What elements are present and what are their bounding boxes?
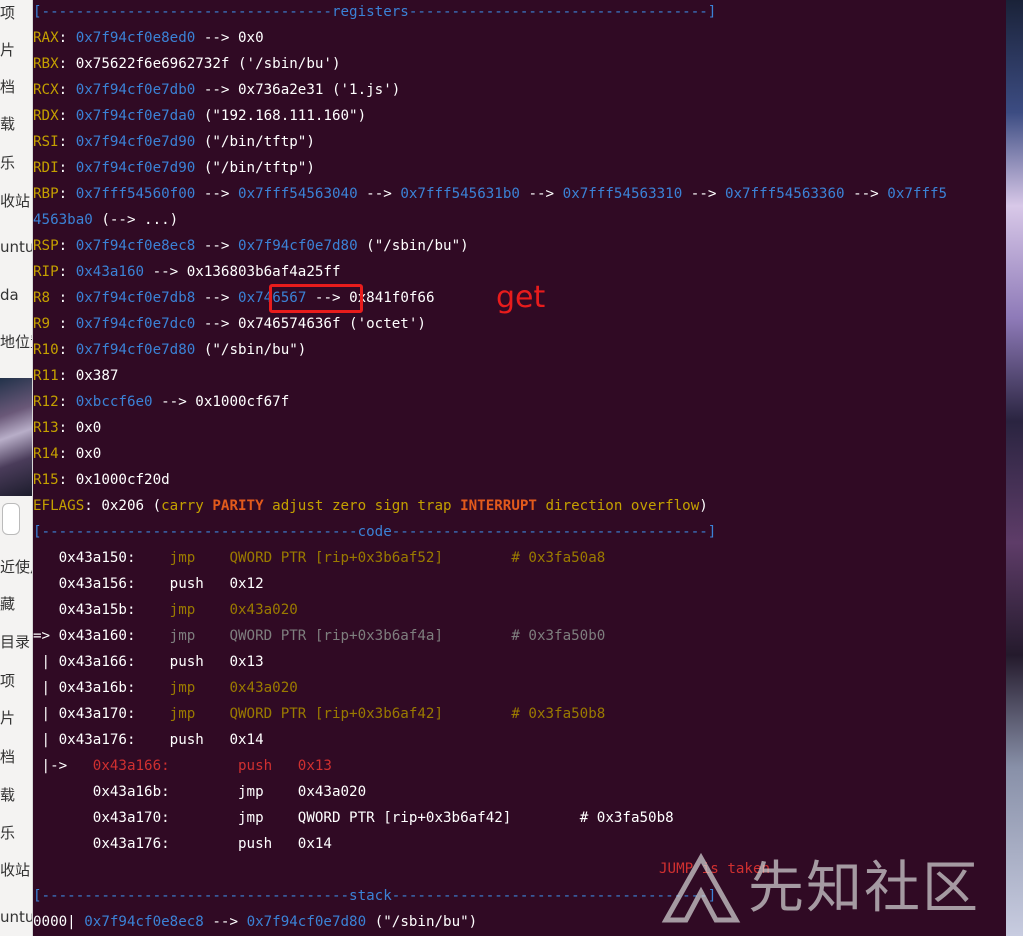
sidebar-item[interactable]: 项 (0, 670, 32, 692)
code-line: 0x43a156: push 0x12 (58, 576, 264, 592)
stack-row: 0000| 0x7f94cf0e8ec8 --> 0x7f94cf0e7d80 … (33, 914, 478, 930)
register-row-r10: R10: 0x7f94cf0e7d80 ("/sbin/bu") (33, 342, 307, 358)
jump-target-line: |-> 0x43a166: push 0x13 (33, 758, 332, 774)
watermark: 先知社区 (656, 850, 1016, 930)
register-row: RSI: 0x7f94cf0e7d90 ("/bin/tftp") (33, 134, 315, 150)
sidebar-item[interactable]: 地位置 (0, 331, 32, 353)
stack-header: [------------------------------------sta… (33, 888, 717, 904)
sidebar-item[interactable]: 收站 (0, 190, 32, 212)
code-line: => 0x43a160: jmp QWORD PTR [rip+0x3b6af4… (33, 628, 606, 644)
sidebar-item[interactable]: 近使用 (0, 556, 32, 578)
sidebar-item[interactable]: 档 (0, 746, 32, 768)
sidebar-item[interactable]: 项 (0, 2, 32, 24)
sidebar-item[interactable]: da (0, 284, 32, 306)
sidebar-thumbnail (0, 378, 32, 496)
terminal-output[interactable]: [----------------------------------regis… (32, 0, 1006, 936)
eflags-row: EFLAGS: 0x206 (carry PARITY adjust zero … (33, 498, 708, 514)
sidebar-item[interactable]: 乐 (0, 152, 32, 174)
code-line: | 0x43a170: jmp QWORD PTR [rip+0x3b6af42… (33, 706, 606, 722)
sidebar-item[interactable]: 片 (0, 39, 32, 61)
sidebar-item[interactable]: 目录 (0, 631, 32, 653)
register-row: RDI: 0x7f94cf0e7d90 ("/bin/tftp") (33, 160, 315, 176)
sidebar-item[interactable]: untu (0, 906, 32, 928)
sidebar-item[interactable]: 档 (0, 76, 32, 98)
annotation-highlight-box (269, 284, 363, 313)
register-row-r15: R15: 0x1000cf20d (33, 472, 170, 488)
watermark-text: 先知社区 (748, 856, 980, 921)
desktop-wallpaper-strip (1006, 0, 1023, 936)
sidebar-item[interactable]: untu (0, 236, 32, 258)
code-line: | 0x43a16b: jmp 0x43a020 (33, 680, 298, 696)
register-row-r12: R12: 0xbccf6e0 --> 0x1000cf67f (33, 394, 290, 410)
jump-target-line: 0x43a176: push 0x14 (92, 836, 332, 852)
jump-target-line: 0x43a16b: jmp 0x43a020 (92, 784, 367, 800)
register-row-r13: R13: 0x0 (33, 420, 102, 436)
register-row-r14: R14: 0x0 (33, 446, 102, 462)
register-row: RCX: 0x7f94cf0e7db0 --> 0x736a2e31 ('1.j… (33, 82, 401, 98)
watermark-logo-icon (661, 852, 741, 923)
register-row-rbp-wrap: 4563ba0 (--> ...) (33, 212, 179, 228)
register-row: RAX: 0x7f94cf0e8ed0 --> 0x0 (33, 30, 264, 46)
register-row-rbp: RBP: 0x7fff54560f00 --> 0x7fff54563040 -… (33, 186, 948, 202)
sidebar-item[interactable]: 载 (0, 784, 32, 806)
register-row: RDX: 0x7f94cf0e7da0 ("192.168.111.160") (33, 108, 367, 124)
register-row-rip: RIP: 0x43a160 --> 0x136803b6af4a25ff (33, 264, 341, 280)
sidebar-item[interactable]: 载 (0, 113, 32, 135)
sidebar-item[interactable]: 收站 (0, 859, 32, 881)
code-line: 0x43a15b: jmp 0x43a020 (58, 602, 298, 618)
sidebar-item[interactable]: 藏 (0, 593, 32, 615)
register-row-r8: R8 : 0x7f94cf0e7db8 --> 0x746567 --> 0x8… (33, 290, 435, 306)
register-row-r9: R9 : 0x7f94cf0e7dc0 --> 0x746574636f ('o… (33, 316, 426, 332)
register-row: RBX: 0x75622f6e6962732f ('/sbin/bu') (33, 56, 341, 72)
code-header: [-------------------------------------co… (33, 524, 717, 540)
registers-header: [----------------------------------regis… (33, 4, 717, 20)
code-line: | 0x43a176: push 0x14 (33, 732, 264, 748)
sidebar-item[interactable]: 乐 (0, 822, 32, 844)
sidebar-button[interactable] (2, 503, 20, 535)
jump-target-line: 0x43a170: jmp QWORD PTR [rip+0x3b6af42] … (92, 810, 674, 826)
register-row-rsp: RSP: 0x7f94cf0e8ec8 --> 0x7f94cf0e7d80 (… (33, 238, 469, 254)
code-line: 0x43a150: jmp QWORD PTR [rip+0x3b6af52] … (58, 550, 606, 566)
file-manager-sidebar: 项 片 档 载 乐 收站 untu da 地位置 近使用 藏 目录 项 片 档 … (0, 0, 33, 936)
sidebar-item[interactable]: 片 (0, 707, 32, 729)
code-line: | 0x43a166: push 0x13 (33, 654, 264, 670)
register-row-r11: R11: 0x387 (33, 368, 119, 384)
annotation-label: get (496, 280, 546, 315)
